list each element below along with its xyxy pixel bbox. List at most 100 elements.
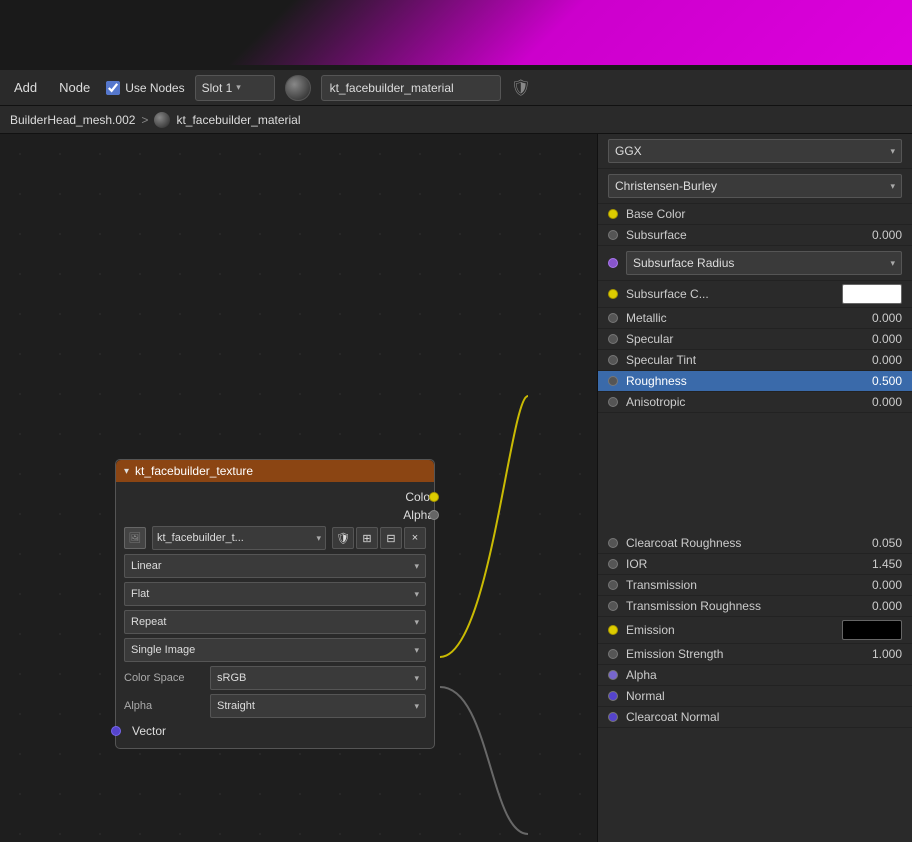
subsurface-radius-socket[interactable]: [608, 258, 618, 268]
image-name-dropdown[interactable]: kt_facebuilder_t... ▾: [152, 526, 326, 550]
texture-node-header[interactable]: ▾ kt_facebuilder_texture: [116, 460, 434, 482]
anisotropic-label: Anisotropic: [626, 395, 862, 409]
texture-node-title: kt_facebuilder_texture: [135, 464, 426, 478]
metallic-row[interactable]: Metallic 0.000: [598, 308, 912, 329]
alpha-output-socket[interactable]: [429, 510, 439, 520]
slot-chevron-icon: ▾: [236, 82, 241, 93]
clearcoat-roughness-socket[interactable]: [608, 538, 618, 548]
image-preview-button[interactable]: 🖼: [124, 527, 146, 549]
transmission-row[interactable]: Transmission 0.000: [598, 575, 912, 596]
color-output-socket[interactable]: [429, 492, 439, 502]
emission-strength-label: Emission Strength: [626, 647, 862, 661]
subsurface-method-dropdown[interactable]: Christensen-Burley ▾: [608, 174, 902, 198]
subsurface-row[interactable]: Subsurface 0.000: [598, 225, 912, 246]
alpha-panel-row[interactable]: Alpha: [598, 665, 912, 686]
clearcoat-normal-row[interactable]: Clearcoat Normal: [598, 707, 912, 728]
node-button[interactable]: Node: [53, 77, 96, 98]
vector-socket-row: Vector: [116, 720, 434, 742]
specular-row[interactable]: Specular 0.000: [598, 329, 912, 350]
specular-tint-socket[interactable]: [608, 355, 618, 365]
add-button[interactable]: Add: [8, 77, 43, 98]
interpolation-dropdown[interactable]: Linear ▾: [124, 554, 426, 578]
subsurface-radius-chevron-icon: ▾: [890, 258, 895, 269]
transmission-socket[interactable]: [608, 580, 618, 590]
emission-color-swatch[interactable]: [842, 620, 902, 640]
vector-input-socket[interactable]: [111, 726, 121, 736]
shield-icon[interactable]: 🛡: [511, 78, 531, 98]
base-color-row[interactable]: Base Color: [598, 204, 912, 225]
alpha-panel-socket[interactable]: [608, 670, 618, 680]
emission-label: Emission: [626, 623, 842, 637]
use-nodes-checkbox[interactable]: [106, 81, 120, 95]
distribution-row[interactable]: GGX ▾: [598, 134, 912, 169]
base-color-label: Base Color: [626, 207, 902, 221]
interpolation-row: Linear ▾: [116, 552, 434, 580]
emission-socket[interactable]: [608, 625, 618, 635]
emission-strength-row[interactable]: Emission Strength 1.000: [598, 644, 912, 665]
normal-row[interactable]: Normal: [598, 686, 912, 707]
ior-row[interactable]: IOR 1.450: [598, 554, 912, 575]
metallic-socket[interactable]: [608, 313, 618, 323]
transmission-roughness-socket[interactable]: [608, 601, 618, 611]
breadcrumb: BuilderHead_mesh.002 > kt_facebuilder_ma…: [0, 106, 912, 134]
copy-node-icon[interactable]: ⊞: [356, 527, 378, 549]
material-properties-panel: GGX ▾ Christensen-Burley ▾ Base Color Su…: [597, 134, 912, 842]
emission-row[interactable]: Emission: [598, 617, 912, 644]
projection-chevron-icon: ▾: [414, 589, 419, 600]
shield-node-icon[interactable]: 🛡: [332, 527, 354, 549]
alpha-mode-label: Alpha: [124, 700, 204, 712]
transmission-roughness-row[interactable]: Transmission Roughness 0.000: [598, 596, 912, 617]
source-dropdown[interactable]: Single Image ▾: [124, 638, 426, 662]
alpha-mode-dropdown[interactable]: Straight ▾: [210, 694, 426, 718]
material-name-field[interactable]: [321, 75, 501, 101]
alpha-mode-chevron-icon: ▾: [414, 701, 419, 712]
transmission-value: 0.000: [862, 578, 902, 592]
paste-node-icon[interactable]: ⊟: [380, 527, 402, 549]
projection-row: Flat ▾: [116, 580, 434, 608]
subsurface-color-row[interactable]: Subsurface C...: [598, 281, 912, 308]
subsurface-method-chevron-icon: ▾: [890, 181, 895, 192]
color-space-dropdown[interactable]: sRGB ▾: [210, 666, 426, 690]
specular-tint-row[interactable]: Specular Tint 0.000: [598, 350, 912, 371]
subsurface-color-socket[interactable]: [608, 289, 618, 299]
anisotropic-row[interactable]: Anisotropic 0.000: [598, 392, 912, 413]
metallic-value: 0.000: [862, 311, 902, 325]
normal-label: Normal: [626, 689, 902, 703]
color-space-row: Color Space sRGB ▾: [116, 664, 434, 692]
distribution-dropdown[interactable]: GGX ▾: [608, 139, 902, 163]
extension-chevron-icon: ▾: [414, 617, 419, 628]
specular-tint-label: Specular Tint: [626, 353, 862, 367]
breadcrumb-material-sphere-icon: [154, 112, 170, 128]
delete-node-icon[interactable]: ×: [404, 527, 426, 549]
ior-value: 1.450: [862, 557, 902, 571]
subsurface-color-swatch[interactable]: [842, 284, 902, 304]
subsurface-radius-row[interactable]: Subsurface Radius ▾: [598, 246, 912, 281]
subsurface-method-row[interactable]: Christensen-Burley ▾: [598, 169, 912, 204]
node-collapse-button[interactable]: ▾: [124, 466, 129, 477]
specular-socket[interactable]: [608, 334, 618, 344]
clearcoat-roughness-row[interactable]: Clearcoat Roughness 0.050: [598, 533, 912, 554]
extension-dropdown[interactable]: Repeat ▾: [124, 610, 426, 634]
normal-socket[interactable]: [608, 691, 618, 701]
projection-dropdown[interactable]: Flat ▾: [124, 582, 426, 606]
texture-node-body: Color Alpha 🖼 kt_facebuilder_t... ▾ 🛡 ⊞ …: [116, 482, 434, 748]
clearcoat-normal-socket[interactable]: [608, 712, 618, 722]
ior-socket[interactable]: [608, 559, 618, 569]
emission-strength-socket[interactable]: [608, 649, 618, 659]
clearcoat-normal-label: Clearcoat Normal: [626, 710, 902, 724]
material-preview-sphere-icon[interactable]: [285, 75, 311, 101]
clearcoat-roughness-value: 0.050: [862, 536, 902, 550]
header-toolbar: Add Node Use Nodes Slot 1 ▾ 🛡: [0, 70, 912, 106]
node-action-icons: 🛡 ⊞ ⊟ ×: [332, 527, 426, 549]
subsurface-radius-dropdown[interactable]: Subsurface Radius ▾: [626, 251, 902, 275]
subsurface-socket[interactable]: [608, 230, 618, 240]
specular-value: 0.000: [862, 332, 902, 346]
slot-dropdown[interactable]: Slot 1 ▾: [195, 75, 275, 101]
breadcrumb-separator: >: [141, 113, 148, 127]
anisotropic-socket[interactable]: [608, 397, 618, 407]
base-color-socket[interactable]: [608, 209, 618, 219]
breadcrumb-material-name: kt_facebuilder_material: [176, 113, 300, 127]
roughness-row[interactable]: Roughness 0.500: [598, 371, 912, 392]
emission-strength-value: 1.000: [862, 647, 902, 661]
roughness-socket[interactable]: [608, 376, 618, 386]
